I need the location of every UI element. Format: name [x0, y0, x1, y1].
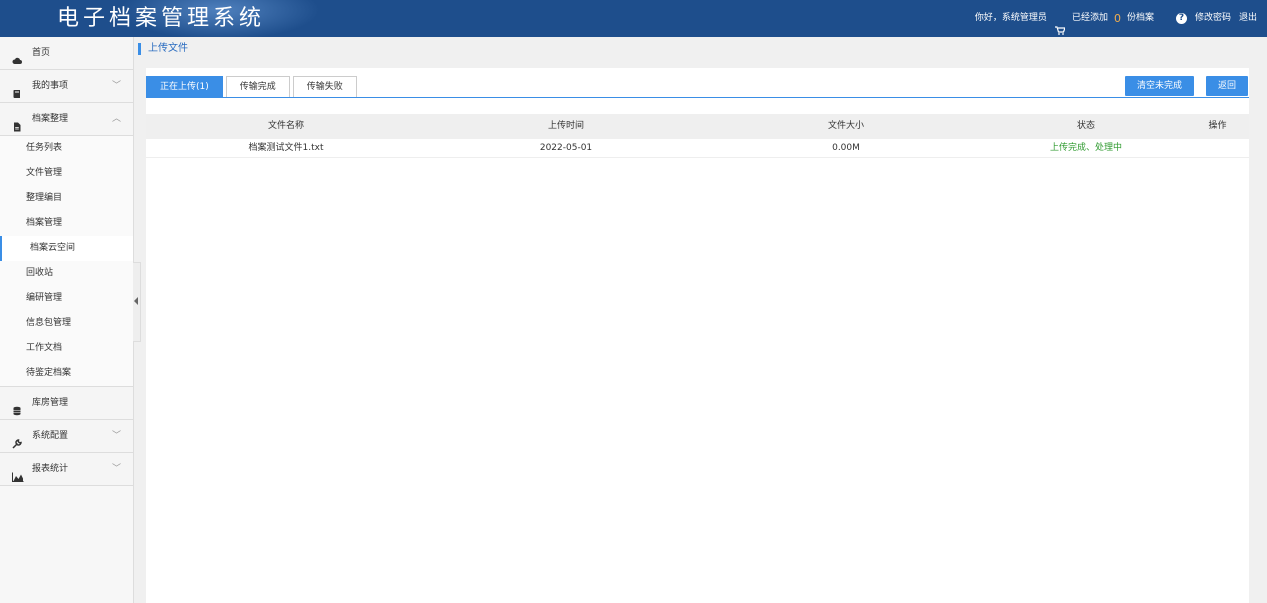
table-row[interactable]: 档案测试文件1.txt 2022-05-01 0.00M 上传完成、处理中	[146, 139, 1249, 158]
sidebar-sub-item-cataloging[interactable]: 整理编目	[0, 186, 133, 211]
sidebar-sub-item-archive-cloud[interactable]: 档案云空间	[0, 236, 133, 261]
tab-underline	[146, 97, 1249, 98]
database-icon	[12, 398, 22, 416]
column-header-file-size: 文件大小	[827, 121, 864, 131]
cell-action	[1186, 139, 1249, 157]
added-suffix: 份档案	[1126, 13, 1154, 23]
chevron-down-icon: ﹀	[111, 81, 121, 91]
page-title: 上传文件	[138, 41, 188, 57]
caret-left-icon	[134, 297, 138, 305]
wrench-icon	[12, 431, 22, 449]
area-chart-icon	[12, 464, 24, 482]
book-icon	[12, 81, 22, 98]
tab-bar: 正在上传(1) 传输完成 传输失败	[146, 76, 357, 98]
cell-file-size: 0.00M	[832, 143, 860, 153]
table-header: 文件名称 上传时间 文件大小 状态 操作	[146, 114, 1249, 139]
added-prefix: 已经添加	[1071, 13, 1108, 23]
cloud-icon	[12, 48, 22, 64]
chevron-down-icon: ﹀	[111, 464, 121, 474]
user-area: 你好，系统管理员 已经添加 0 份档案 ? 修改密码 退出	[975, 0, 1257, 37]
sidebar-sub-item-task-list[interactable]: 任务列表	[0, 136, 133, 161]
sidebar-sub-item-work-docs[interactable]: 工作文档	[0, 336, 133, 361]
sidebar-sub-item-archive-management[interactable]: 档案管理	[0, 211, 133, 236]
column-header-upload-time: 上传时间	[547, 121, 584, 131]
sidebar-item-archive-organize[interactable]: 档案整理 ︿	[0, 103, 133, 136]
greeting-text: 你好，系统管理员	[974, 13, 1047, 23]
sidebar-sub-item-info-package[interactable]: 信息包管理	[0, 311, 133, 336]
change-password-link[interactable]: 修改密码	[1195, 0, 1231, 37]
column-header-action: 操作	[1208, 121, 1227, 131]
added-count[interactable]: 0	[1114, 0, 1121, 37]
column-header-filename: 文件名称	[267, 121, 304, 131]
app-title: 电子档案管理系统	[57, 6, 266, 31]
sidebar-sub-item-file-management[interactable]: 文件管理	[0, 161, 133, 186]
sidebar-sub-item-compilation[interactable]: 编研管理	[0, 286, 133, 311]
sidebar-item-system-config[interactable]: 系统配置 ﹀	[0, 420, 133, 453]
cell-filename: 档案测试文件1.txt	[248, 143, 324, 153]
top-bar: 电子档案管理系统 你好，系统管理员 已经添加 0 份档案 ? 修改密码 退出	[0, 0, 1267, 37]
sidebar: 首页 我的事项 ﹀ 档案整理 ︿ 任务列表 文件管理 整理编目 档案管理 档案云…	[0, 37, 134, 603]
file-icon	[12, 114, 22, 132]
chevron-up-icon: ︿	[111, 114, 121, 124]
upload-table: 文件名称 上传时间 文件大小 状态 操作 档案测试文件1.txt 2022-05…	[146, 114, 1249, 158]
cell-status: 上传完成、处理中	[1049, 143, 1122, 153]
cell-upload-time: 2022-05-01	[539, 143, 593, 153]
sidebar-collapse-handle[interactable]	[133, 262, 141, 342]
column-header-status: 状态	[1076, 121, 1095, 131]
chevron-down-icon: ﹀	[111, 431, 121, 441]
sidebar-sub-item-recycle-bin[interactable]: 回收站	[0, 261, 133, 286]
sidebar-item-reports[interactable]: 报表统计 ﹀	[0, 453, 133, 486]
logout-link[interactable]: 退出	[1239, 0, 1257, 37]
tab-failed[interactable]: 传输失败	[292, 76, 357, 98]
sidebar-sub-item-pending-appraisal[interactable]: 待鉴定档案	[0, 361, 133, 386]
tab-uploading[interactable]: 正在上传(1)	[146, 76, 223, 98]
clear-incomplete-button[interactable]: 清空未完成	[1125, 76, 1195, 96]
submenu: 任务列表 文件管理 整理编目 档案管理 档案云空间 回收站 编研管理 信息包管理…	[0, 136, 133, 387]
back-button[interactable]: 返回	[1206, 76, 1249, 96]
help-icon: ?	[1175, 13, 1187, 24]
cart-icon[interactable]	[1054, 15, 1066, 35]
main-panel: 正在上传(1) 传输完成 传输失败 清空未完成 返回 文件名称 上传时间 文件大…	[146, 68, 1249, 603]
sidebar-item-home[interactable]: 首页	[0, 37, 133, 70]
sidebar-item-my-tasks[interactable]: 我的事项 ﹀	[0, 70, 133, 103]
tab-completed[interactable]: 传输完成	[225, 76, 290, 98]
sidebar-item-warehouse[interactable]: 库房管理	[0, 387, 133, 420]
